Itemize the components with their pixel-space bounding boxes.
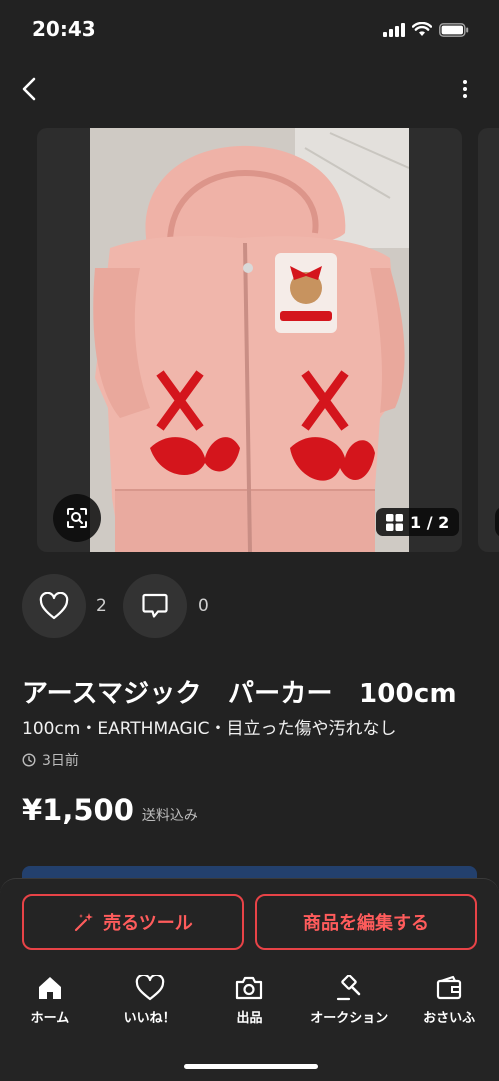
more-dot-icon <box>463 80 467 84</box>
grid-icon <box>386 513 403 531</box>
next-photo-card[interactable] <box>478 128 499 552</box>
tab-wallet[interactable]: おさいふ <box>401 975 497 1035</box>
edit-item-label: 商品を編集する <box>303 913 429 934</box>
more-dot-icon <box>463 87 467 91</box>
comment-button[interactable] <box>123 574 187 638</box>
photo-search-button[interactable] <box>53 494 101 542</box>
more-dot-icon <box>463 94 467 98</box>
posted-time: 3日前 <box>22 750 79 770</box>
status-icons <box>383 22 469 37</box>
wifi-icon <box>412 22 432 36</box>
tab-home-label: ホーム <box>30 1011 70 1026</box>
more-options-button[interactable] <box>455 76 475 102</box>
sell-tool-label: 売るツール <box>103 913 193 934</box>
item-price: ¥1,500 <box>22 793 134 827</box>
like-count: 2 <box>96 596 107 616</box>
clock-icon <box>22 753 36 767</box>
price-row: ¥1,500 送料込み <box>22 793 198 827</box>
tab-wallet-label: おさいふ <box>423 1011 476 1026</box>
tab-auction[interactable]: オークション <box>301 975 397 1035</box>
gavel-icon <box>337 975 361 1001</box>
tab-sell[interactable]: 出品 <box>201 975 297 1035</box>
shipping-label: 送料込み <box>141 808 198 824</box>
photo-counter-label: 1 / 2 <box>410 512 450 532</box>
battery-icon <box>439 22 469 37</box>
posted-time-label: 3日前 <box>42 753 79 769</box>
tab-auction-label: オークション <box>310 1011 389 1026</box>
next-photo-zoom-button[interactable] <box>495 506 499 538</box>
scan-search-icon <box>67 508 87 528</box>
comment-icon <box>142 593 168 618</box>
status-time: 20:43 <box>32 17 96 41</box>
back-button[interactable] <box>14 72 44 106</box>
edit-item-button[interactable]: 商品を編集する <box>255 894 477 950</box>
magic-wand-icon <box>75 913 94 932</box>
item-subtitle: 100cm・EARTHMAGIC・目立った傷や汚れなし <box>22 719 397 739</box>
chevron-left-icon <box>22 77 36 101</box>
camera-icon <box>236 976 263 1000</box>
tab-home[interactable]: ホーム <box>2 975 98 1035</box>
tab-sell-label: 出品 <box>236 1011 263 1026</box>
tab-likes-label: いいね！ <box>123 1011 176 1026</box>
wallet-icon <box>436 975 462 1000</box>
hoodie-illustration <box>90 128 409 552</box>
heart-icon <box>39 592 69 620</box>
comment-count: 0 <box>198 596 209 616</box>
product-photo[interactable] <box>90 128 409 552</box>
like-button[interactable] <box>22 574 86 638</box>
photo-counter[interactable]: 1 / 2 <box>376 508 460 536</box>
tab-likes[interactable]: いいね！ <box>102 975 198 1035</box>
sell-tool-button[interactable]: 売るツール <box>22 894 244 950</box>
item-title: アースマジック パーカー 100cm <box>22 679 457 709</box>
home-indicator <box>184 1064 318 1069</box>
heart-icon <box>135 975 164 1001</box>
tab-bar: ホーム いいね！ 出品 オークション おさいふ <box>0 975 499 1035</box>
cellular-signal-icon <box>383 22 405 37</box>
home-icon <box>38 977 61 999</box>
